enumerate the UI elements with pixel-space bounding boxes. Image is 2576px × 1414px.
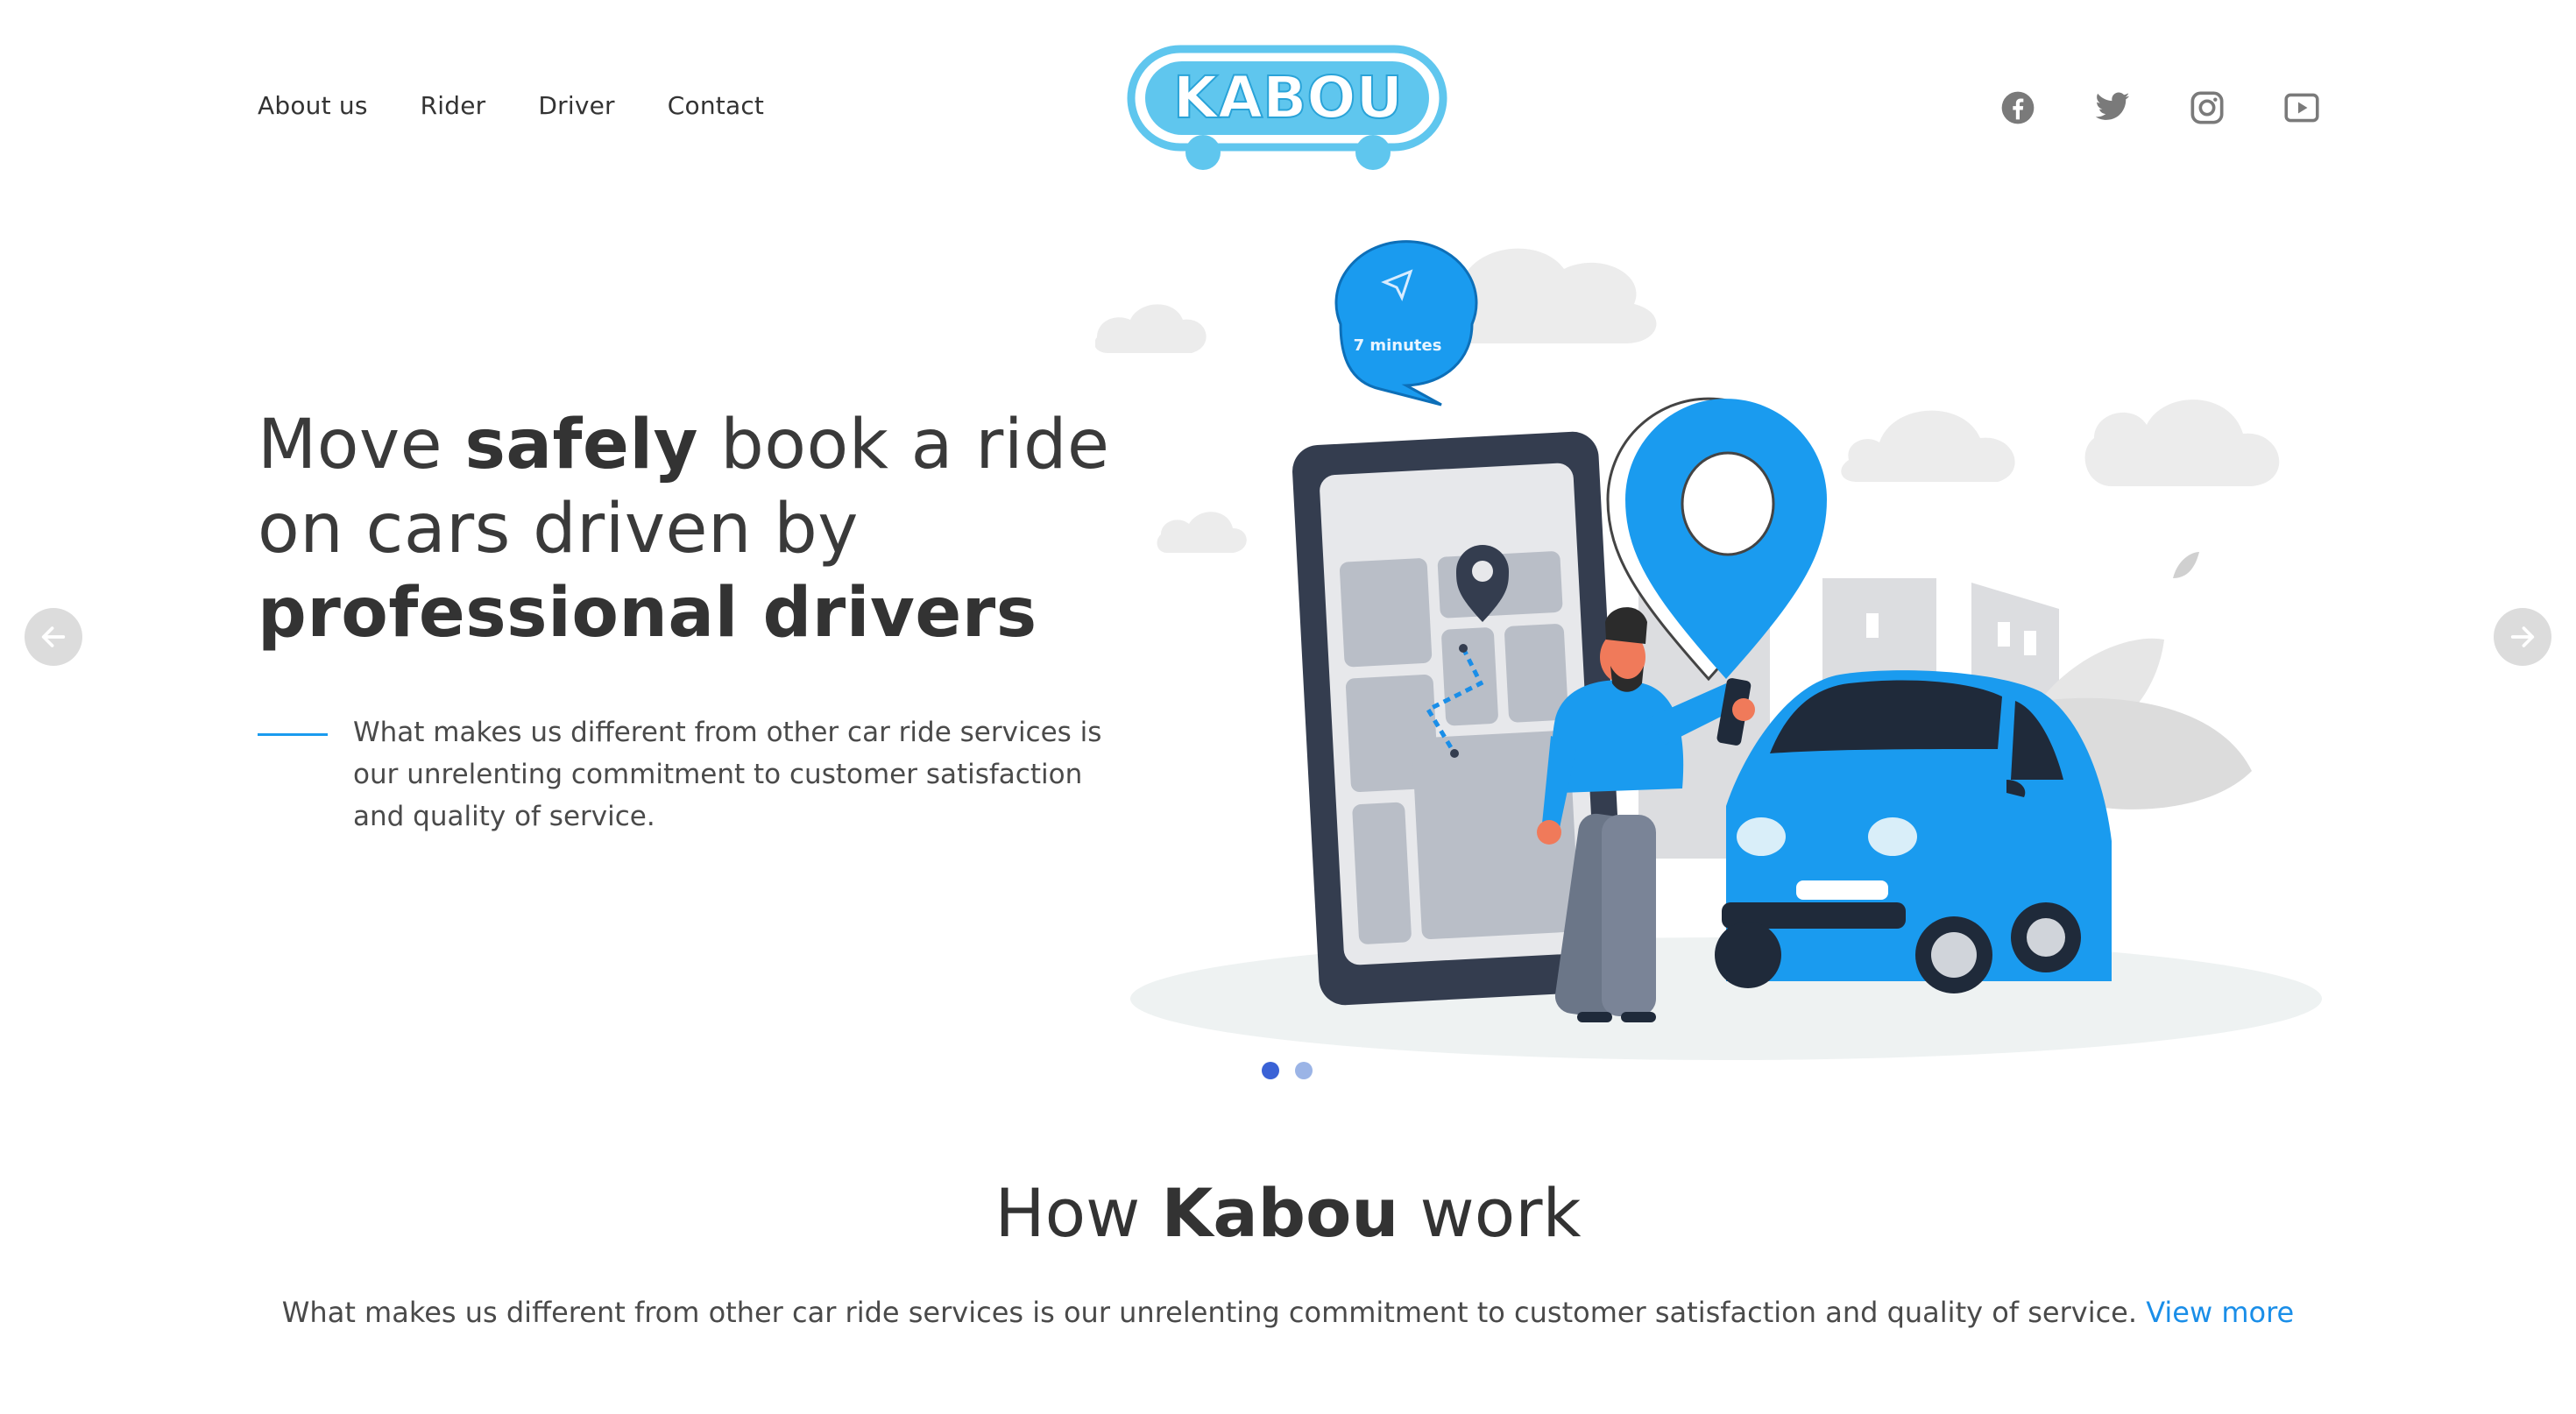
section-title: How Kabou work [0, 1174, 2576, 1252]
hero-title-part1: Move [258, 406, 465, 484]
kabou-logo[interactable]: KABOU [1126, 44, 1450, 175]
section-title-part2: work [1398, 1174, 1582, 1252]
carousel-dot-1[interactable] [1262, 1062, 1279, 1079]
nav-about-us[interactable]: About us [258, 91, 368, 120]
carousel-dots [1262, 1062, 1313, 1079]
hero-description: What makes us different from other car r… [353, 717, 1102, 832]
hero-title-bold2: professional drivers [258, 574, 1037, 653]
instagram-icon[interactable] [2187, 88, 2227, 128]
twitter-icon[interactable] [2092, 88, 2133, 128]
youtube-icon[interactable] [2282, 88, 2322, 128]
hero-illustration: 7 minutes [1094, 210, 2427, 1086]
arrow-left-icon [41, 626, 66, 647]
section-title-part1: How [994, 1174, 1162, 1252]
carousel-next-button[interactable] [2494, 608, 2551, 666]
carousel-prev-button[interactable] [25, 608, 82, 666]
section-description: What makes us different from other car r… [0, 1286, 2576, 1339]
bubble-text: 7 minutes [1354, 336, 1442, 355]
hero-accent-line [258, 733, 328, 736]
nav-contact[interactable]: Contact [668, 91, 764, 120]
social-links [1998, 88, 2322, 128]
carousel-dot-2[interactable] [1295, 1062, 1313, 1079]
section-title-bold: Kabou [1161, 1174, 1399, 1252]
section-description-text: What makes us different from other car r… [281, 1296, 2138, 1329]
nav-rider[interactable]: Rider [421, 91, 486, 120]
arrow-right-icon [2510, 626, 2535, 647]
view-more-link[interactable]: View more [2146, 1296, 2294, 1329]
hero-title-bold1: safely [464, 406, 698, 484]
nav-driver[interactable]: Driver [538, 91, 614, 120]
main-nav: About us Rider Driver Contact [258, 91, 817, 120]
facebook-icon[interactable] [1998, 88, 2038, 128]
logo-text: KABOU [1173, 64, 1403, 131]
hero-title: Move safely book a ride on cars driven b… [258, 403, 1134, 655]
